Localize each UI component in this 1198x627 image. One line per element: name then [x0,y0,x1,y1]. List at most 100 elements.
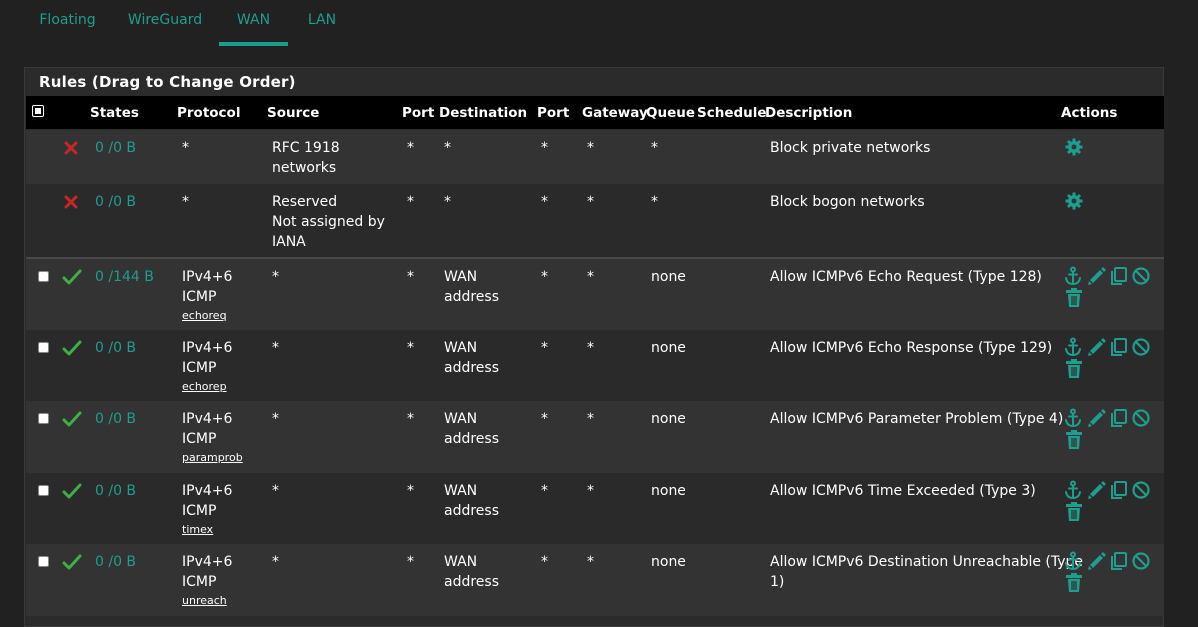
trash-icon[interactable] [1065,573,1083,593]
gear-icon[interactable] [1065,192,1083,210]
copy-icon[interactable] [1109,266,1129,286]
pencil-icon[interactable] [1087,408,1107,428]
protocol-alias-link[interactable]: paramprob [182,449,243,467]
copy-icon[interactable] [1109,480,1129,500]
col-protocol: Protocol [177,105,241,121]
table-row[interactable]: 0 /0 B IPv4+6 ICMP echorep * * WAN address * * n… [26,330,1164,401]
copy-icon[interactable] [1109,337,1129,357]
rule-select-checkbox[interactable] [38,342,49,353]
col-states: States [90,105,139,121]
gateway-value: * [587,554,594,570]
disable-icon[interactable] [1131,266,1151,286]
destination-value: WAN address [444,340,500,376]
protocol-value: IPv4+6 ICMP echorep [182,338,232,396]
panel-title: Rules (Drag to Change Order) [39,73,296,91]
pencil-icon[interactable] [1087,480,1107,500]
queue-value: none [651,340,686,356]
col-port-destination: Port [537,105,570,121]
source-port-value: * [407,411,414,427]
col-queue: Queue [646,105,696,121]
source-value: * [272,554,279,570]
queue-value: * [651,194,658,210]
protocol-value: * [182,140,189,156]
copy-icon[interactable] [1109,408,1129,428]
description-value: Allow ICMPv6 Time Exceeded (Type 3) [770,483,1036,499]
disable-icon[interactable] [1131,551,1151,571]
destination-port-value: * [541,269,548,285]
anchor-icon[interactable] [1063,337,1083,357]
copy-icon[interactable] [1109,551,1129,571]
pass-check-icon [62,483,82,499]
destination-value: WAN address [444,269,500,305]
table-row[interactable]: 0 /0 B * Reserved Not assigned by IANA * * * *… [26,184,1164,257]
table-row[interactable]: 0 /0 B IPv4+6 ICMP timex * * WAN address * * non… [26,473,1164,544]
table-row[interactable]: 0 /144 B IPv4+6 ICMP echoreq * * WAN address *… [26,257,1164,332]
protocol-alias-link[interactable]: unreach [182,592,232,610]
select-all-checkbox[interactable] [32,105,44,117]
protocol-alias-link[interactable]: echoreq [182,307,232,325]
rule-select-checkbox[interactable] [38,556,49,567]
source-port-value: * [407,194,414,210]
source-value: RFC 1918 networks [272,140,340,176]
destination-port-value: * [541,194,548,210]
protocol-value: IPv4+6 ICMP echoreq [182,267,232,325]
pencil-icon[interactable] [1087,337,1107,357]
disable-icon[interactable] [1131,408,1151,428]
anchor-icon[interactable] [1063,266,1083,286]
pass-check-icon [62,269,82,285]
description-value: Allow ICMPv6 Echo Response (Type 129) [770,340,1053,356]
col-source: Source [267,105,320,121]
states-value: 0 /0 B [95,411,137,427]
table-row[interactable]: 0 /0 B * RFC 1918 networks * * * * * Block priva… [26,130,1164,184]
trash-icon[interactable] [1065,288,1083,308]
source-port-value: * [407,140,414,156]
col-actions: Actions [1061,105,1118,121]
source-value: * [272,483,279,499]
rule-select-checkbox[interactable] [38,271,49,282]
col-port-source: Port [402,105,435,121]
queue-value: none [651,554,686,570]
destination-port-value: * [541,483,548,499]
destination-port-value: * [541,411,548,427]
trash-icon[interactable] [1065,359,1083,379]
pencil-icon[interactable] [1087,266,1107,286]
rule-select-checkbox[interactable] [38,413,49,424]
pass-check-icon [62,340,82,356]
description-value: Block private networks [770,140,931,156]
gateway-value: * [587,340,594,356]
tab-lan[interactable]: LAN [300,0,344,46]
protocol-value: IPv4+6 ICMP paramprob [182,409,243,467]
rule-select-checkbox[interactable] [38,485,49,496]
col-description: Description [765,105,853,121]
col-destination: Destination [439,105,528,121]
table-row[interactable]: 0 /0 B IPv4+6 ICMP unreach * * WAN address * * n… [26,544,1164,616]
disable-icon[interactable] [1131,337,1151,357]
queue-value: none [651,411,686,427]
states-value: 0 /0 B [95,194,137,210]
disable-icon[interactable] [1131,480,1151,500]
anchor-icon[interactable] [1063,551,1083,571]
tab-wan[interactable]: WAN [219,0,288,46]
source-value: * [272,269,279,285]
anchor-icon[interactable] [1063,408,1083,428]
destination-port-value: * [541,554,548,570]
block-icon [64,141,78,155]
pencil-icon[interactable] [1087,551,1107,571]
description-value: Allow ICMPv6 Echo Request (Type 128) [770,269,1042,285]
states-value: 0 /0 B [95,340,137,356]
destination-value: WAN address [444,554,500,590]
trash-icon[interactable] [1065,502,1083,522]
destination-value: WAN address [444,483,500,519]
queue-value: * [651,140,658,156]
tab-floating[interactable]: Floating [30,0,105,46]
table-row[interactable]: 0 /0 B IPv4+6 ICMP paramprob * * WAN address *… [26,401,1164,473]
protocol-alias-link[interactable]: timex [182,521,232,539]
source-port-value: * [407,554,414,570]
protocol-alias-link[interactable]: echorep [182,378,232,396]
tab-wireguard[interactable]: WireGuard [124,0,206,46]
trash-icon[interactable] [1065,430,1083,450]
gear-icon[interactable] [1065,138,1083,156]
description-value: Block bogon networks [770,194,925,210]
anchor-icon[interactable] [1063,480,1083,500]
states-value: 0 /144 B [95,269,154,285]
